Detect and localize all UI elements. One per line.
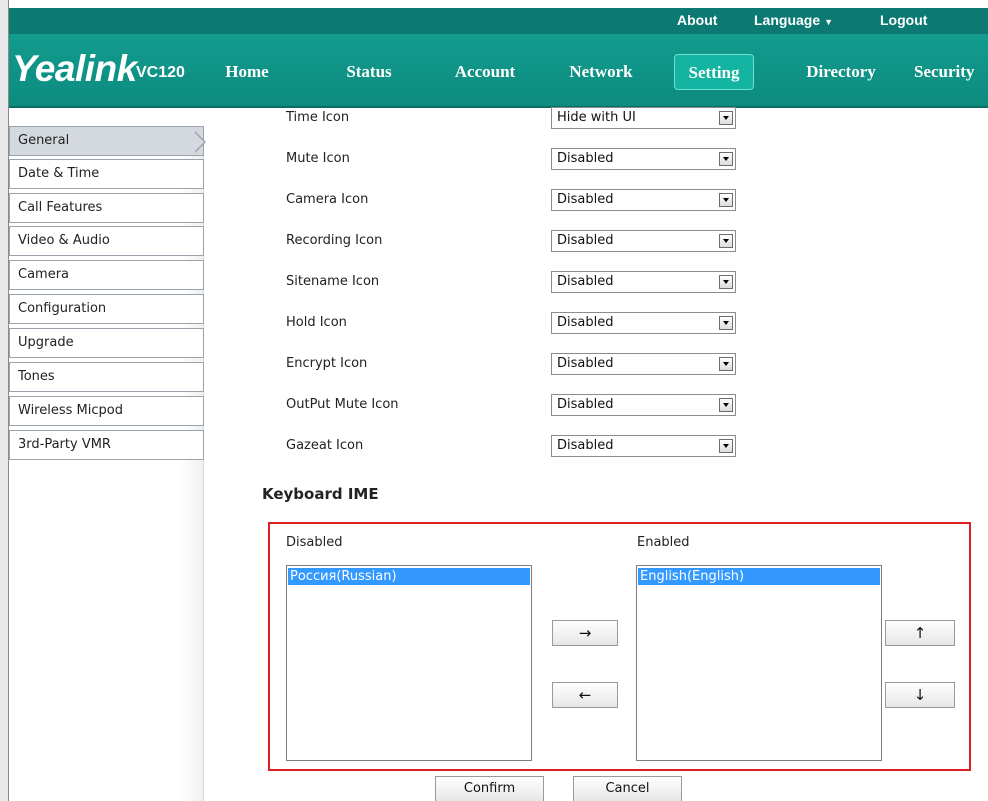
list-item[interactable]: English(English): [638, 568, 880, 585]
chevron-down-icon: [719, 357, 733, 371]
select-value: Disabled: [557, 438, 614, 453]
sidebar-item-tones[interactable]: Tones: [9, 362, 204, 392]
nav-status[interactable]: Status: [334, 54, 404, 90]
chevron-down-icon: [719, 193, 733, 207]
select-value: Disabled: [557, 315, 614, 330]
disabled-list-label: Disabled: [286, 535, 343, 550]
language-label: Language: [754, 12, 821, 28]
setting-label-mute-icon: Mute Icon: [286, 151, 350, 166]
select-value: Disabled: [557, 192, 614, 207]
select-mute-icon[interactable]: Disabled: [551, 148, 736, 170]
move-left-button[interactable]: ←: [552, 682, 618, 708]
setting-label-time-icon: Time Icon: [286, 110, 350, 125]
setting-label-sitename-icon: Sitename Icon: [286, 274, 380, 289]
chevron-down-icon: [719, 234, 733, 248]
model-label: VC120: [136, 64, 185, 81]
top-utility-bar: About Language ▼ Logout: [9, 8, 988, 34]
sidebar-item-video-audio[interactable]: Video & Audio: [9, 226, 204, 256]
sidebar-item-wireless-micpod[interactable]: Wireless Micpod: [9, 396, 204, 426]
chevron-down-icon: [719, 439, 733, 453]
move-up-button[interactable]: ↑: [885, 620, 955, 646]
move-down-button[interactable]: ↓: [885, 682, 955, 708]
setting-label-camera-icon: Camera Icon: [286, 192, 369, 207]
select-encrypt-icon[interactable]: Disabled: [551, 353, 736, 375]
setting-label-output-mute-icon: OutPut Mute Icon: [286, 397, 399, 412]
chevron-down-icon: ▼: [824, 17, 834, 27]
chevron-down-icon: [719, 316, 733, 330]
move-right-button[interactable]: →: [552, 620, 618, 646]
enabled-list-label: Enabled: [637, 535, 690, 550]
select-value: Hide with UI: [557, 110, 636, 125]
nav-account[interactable]: Account: [443, 54, 527, 90]
logout-link[interactable]: Logout: [880, 12, 927, 28]
sidebar-item-upgrade[interactable]: Upgrade: [9, 328, 204, 358]
nav-network[interactable]: Network: [557, 54, 645, 90]
setting-label-gazeat-icon: Gazeat Icon: [286, 438, 364, 453]
select-time-icon[interactable]: Hide with UI: [551, 107, 736, 129]
confirm-button[interactable]: Confirm: [435, 776, 544, 801]
cancel-button[interactable]: Cancel: [573, 776, 682, 801]
active-pointer: [194, 132, 204, 152]
select-recording-icon[interactable]: Disabled: [551, 230, 736, 252]
window-frame-left: [0, 0, 9, 801]
chevron-down-icon: [719, 275, 733, 289]
chevron-down-icon: [719, 398, 733, 412]
list-item[interactable]: Россия(Russian): [288, 568, 530, 585]
header: Yealink VC120 Home Status Account Networ…: [9, 34, 988, 108]
sidebar-item-3rd-party-vmr[interactable]: 3rd-Party VMR: [9, 430, 204, 460]
select-value: Disabled: [557, 274, 614, 289]
nav-security[interactable]: Security: [914, 54, 988, 90]
select-camera-icon[interactable]: Disabled: [551, 189, 736, 211]
setting-label-hold-icon: Hold Icon: [286, 315, 347, 330]
sidebar-item-date-time[interactable]: Date & Time: [9, 159, 204, 189]
language-menu[interactable]: Language ▼: [754, 12, 833, 28]
brand-logo: Yealink: [12, 48, 137, 89]
sidebar-item-call-features[interactable]: Call Features: [9, 193, 204, 223]
select-value: Disabled: [557, 397, 614, 412]
window-frame-top: [0, 0, 988, 8]
select-value: Disabled: [557, 356, 614, 371]
sidebar-item-general[interactable]: General: [9, 126, 204, 156]
disabled-ime-list[interactable]: Россия(Russian): [286, 565, 532, 761]
select-sitename-icon[interactable]: Disabled: [551, 271, 736, 293]
setting-label-recording-icon: Recording Icon: [286, 233, 383, 248]
chevron-down-icon: [719, 152, 733, 166]
select-value: Disabled: [557, 233, 614, 248]
keyboard-ime-title: Keyboard IME: [262, 485, 379, 503]
chevron-down-icon: [719, 111, 733, 125]
sidebar-item-configuration[interactable]: Configuration: [9, 294, 204, 324]
about-link[interactable]: About: [677, 12, 717, 28]
nav-directory[interactable]: Directory: [793, 54, 889, 90]
sidebar-item-camera[interactable]: Camera: [9, 260, 204, 290]
nav-setting[interactable]: Setting: [674, 54, 754, 90]
enabled-ime-list[interactable]: English(English): [636, 565, 882, 761]
select-output-mute-icon[interactable]: Disabled: [551, 394, 736, 416]
nav-home[interactable]: Home: [219, 54, 275, 90]
select-hold-icon[interactable]: Disabled: [551, 312, 736, 334]
select-value: Disabled: [557, 151, 614, 166]
select-gazeat-icon[interactable]: Disabled: [551, 435, 736, 457]
setting-label-encrypt-icon: Encrypt Icon: [286, 356, 368, 371]
sidebar: General Date & Time Call Features Video …: [9, 126, 204, 801]
